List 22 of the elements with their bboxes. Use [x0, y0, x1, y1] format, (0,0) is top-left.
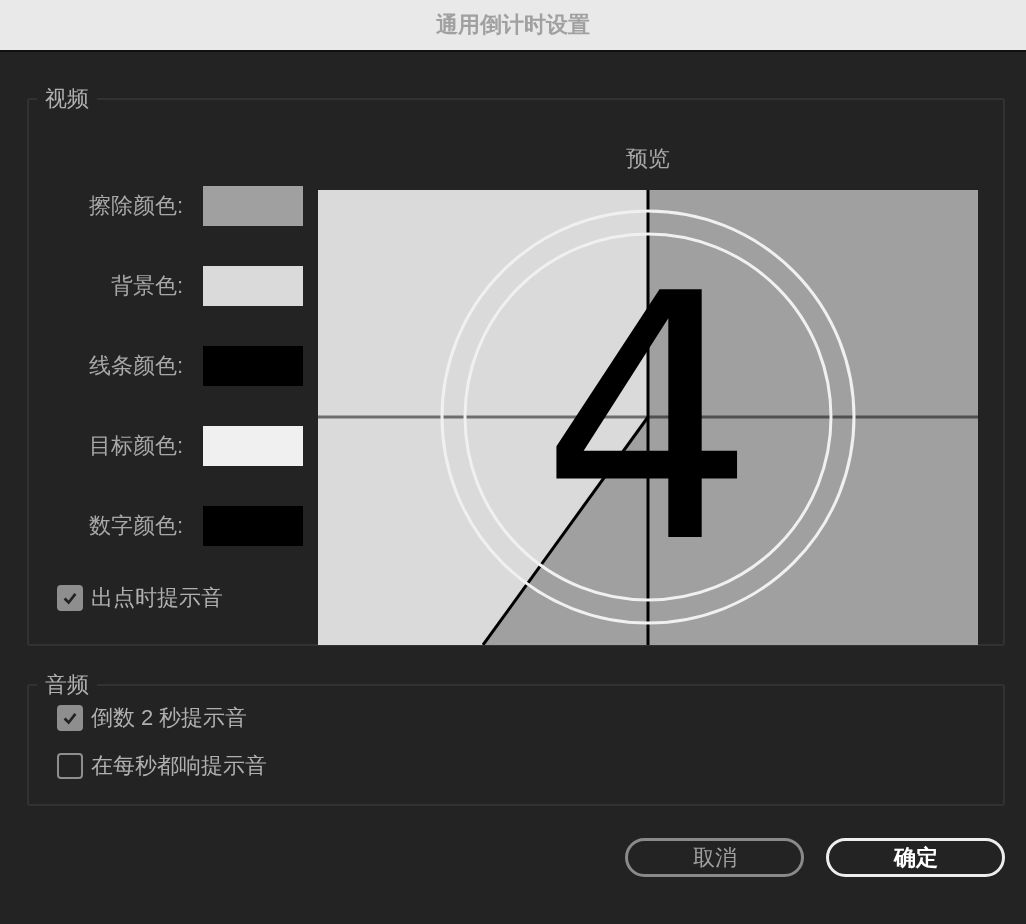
color-swatch[interactable] [203, 506, 303, 546]
window-title: 通用倒计时设置 [436, 11, 590, 39]
color-swatch[interactable] [203, 266, 303, 306]
preview-title: 预览 [626, 145, 670, 173]
checkbox[interactable] [57, 585, 83, 611]
color-swatch[interactable] [203, 186, 303, 226]
color-label: 背景色: [110, 272, 183, 300]
group-legend: 视频 [37, 84, 97, 114]
color-swatch[interactable] [203, 426, 303, 466]
checkbox[interactable] [57, 753, 83, 779]
color-swatch[interactable] [203, 346, 303, 386]
color-label: 擦除颜色: [88, 192, 183, 220]
cancel-button[interactable]: 取消 [625, 838, 804, 877]
color-label: 数字颜色: [88, 512, 183, 540]
checkbox-label: 在每秒都响提示音 [91, 752, 267, 780]
color-label: 目标颜色: [88, 432, 183, 460]
color-label: 线条颜色: [88, 352, 183, 380]
checkbox-label: 倒数 2 秒提示音 [91, 704, 248, 732]
checkbox-label: 出点时提示音 [91, 584, 223, 612]
ok-button[interactable]: 确定 [826, 838, 1005, 877]
checkbox[interactable] [57, 705, 83, 731]
group-legend: 音频 [37, 670, 97, 700]
